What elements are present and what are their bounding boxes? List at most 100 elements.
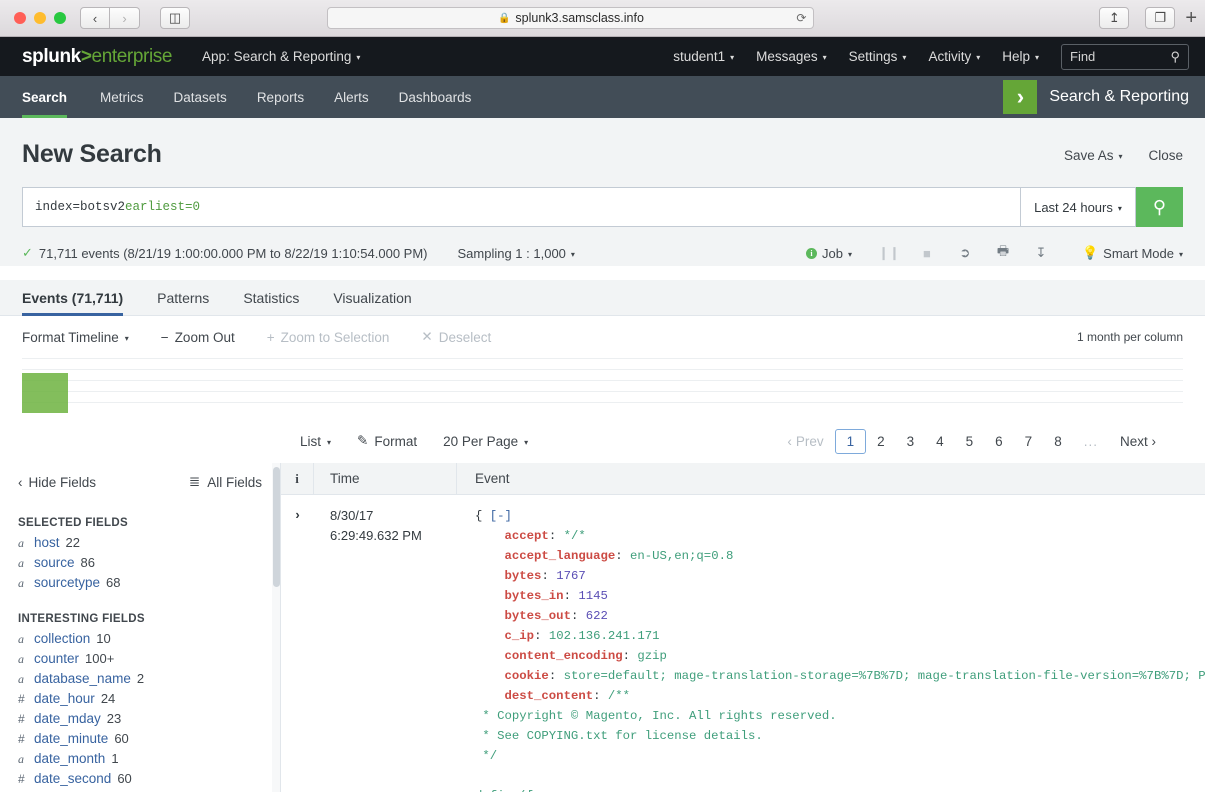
topnav-item-settings[interactable]: Settings ▾ [849,49,907,64]
topnav-item-activity[interactable]: Activity ▾ [928,49,980,64]
address-bar-url: splunk3.samsclass.info [515,11,644,25]
field-name: date_hour [34,691,95,706]
field-item-date-second[interactable]: # date_second 60 [18,771,262,791]
field-item-date-minute[interactable]: # date_minute 60 [18,731,262,751]
find-input[interactable]: Find ⚲ [1061,44,1189,70]
appnav-item-datasets[interactable]: Datasets [159,76,242,118]
back-button[interactable]: ‹ [80,7,110,29]
row-expand-cell[interactable]: › [281,495,314,792]
field-item-sourcetype[interactable]: a sourcetype 68 [18,575,262,595]
close-window-button[interactable] [14,12,26,24]
format-timeline-button[interactable]: Format Timeline ▾ [22,330,129,345]
share-icon[interactable]: ➲ [954,245,976,261]
job-controls: i Job ▾ ❙❙ ■ ➲ 🖶 ↧ 💡 Smart Mode ▾ [806,242,1183,264]
pagination-page-7[interactable]: 7 [1014,430,1044,453]
timeline-bar[interactable] [22,373,68,413]
per-page-selector[interactable]: 20 Per Page ▾ [443,434,528,449]
search-query-input[interactable]: index=botsv2 earliest=0 [22,187,1020,227]
run-search-button[interactable]: ⚲ [1136,187,1183,227]
chevron-right-icon[interactable]: › [295,507,299,792]
hide-fields-button[interactable]: ‹ Hide Fields [18,475,96,490]
field-item-date-month[interactable]: a date_month 1 [18,751,262,771]
pagination-page-6[interactable]: 6 [984,430,1014,453]
tab-patterns[interactable]: Patterns [140,290,226,315]
column-header-time[interactable]: Time [314,463,457,494]
tabs-overview-icon[interactable]: ❐ [1145,7,1175,29]
field-name: date_minute [34,731,108,746]
splunk-app-nav: Search Metrics Datasets Reports Alerts D… [0,76,1205,118]
pagination-page-8[interactable]: 8 [1043,430,1073,453]
field-item-host[interactable]: a host 22 [18,535,262,555]
search-icon: ⚲ [1153,197,1166,218]
tab-label: Visualization [333,290,411,306]
appnav-item-alerts[interactable]: Alerts [319,76,384,118]
job-menu-button[interactable]: i Job ▾ [806,246,852,261]
window-traffic-lights[interactable] [14,12,66,24]
column-header-event[interactable]: Event [457,471,510,486]
browser-nav-buttons[interactable]: ‹ › [80,7,140,29]
pause-icon[interactable]: ❙❙ [878,245,900,261]
tab-events[interactable]: Events (71,711) [22,290,140,315]
search-icon[interactable]: ⚲ [1170,49,1180,65]
time-range-picker[interactable]: Last 24 hours ▾ [1020,187,1136,227]
maximize-window-button[interactable] [54,12,66,24]
save-as-button[interactable]: Save As ▾ [1064,148,1123,163]
close-icon: ✕ [421,329,432,345]
topnav-item-messages[interactable]: Messages ▾ [756,49,827,64]
sampling-selector[interactable]: Sampling 1 : 1,000 ▾ [458,246,575,261]
sidebar-toggle-button[interactable]: ◫ [160,7,190,29]
address-bar[interactable]: 🔒 splunk3.samsclass.info ⟳ [327,7,814,29]
splunk-logo[interactable]: splunk>enterprise [22,46,172,68]
forward-button[interactable]: › [110,7,140,29]
pagination-page-1[interactable]: 1 [835,429,867,454]
print-icon[interactable]: 🖶 [992,242,1014,264]
reload-icon[interactable]: ⟳ [796,11,806,25]
appnav-item-search[interactable]: Search [22,76,85,118]
all-fields-button[interactable]: ≣ All Fields [189,474,262,490]
topnav-item-label: Activity [928,49,971,64]
field-item-counter[interactable]: a counter 100+ [18,651,262,671]
field-item-collection[interactable]: a collection 10 [18,631,262,651]
hide-fields-label: Hide Fields [29,475,97,490]
share-icon[interactable]: ↥ [1099,7,1129,29]
table-row: › 8/30/17 6:29:49.632 PM { [-] accept: *… [281,495,1205,792]
chevron-down-icon: ▾ [524,438,528,447]
pagination-next[interactable]: Next › [1109,430,1167,453]
sidebar-scrollbar-thumb[interactable] [273,467,280,587]
plus-icon[interactable]: + [1185,7,1197,30]
field-item-source[interactable]: a source 86 [18,555,262,575]
appnav-item-dashboards[interactable]: Dashboards [384,76,487,118]
topnav-item-user[interactable]: student1 ▾ [673,49,734,64]
topnav-item-help[interactable]: Help ▾ [1002,49,1039,64]
stop-icon[interactable]: ■ [916,246,938,261]
close-button[interactable]: Close [1148,148,1183,163]
tab-statistics[interactable]: Statistics [226,290,316,315]
pagination-page-4[interactable]: 4 [925,430,955,453]
zoom-out-button[interactable]: − Zoom Out [161,330,235,345]
format-button[interactable]: ✎ Format [357,433,417,449]
timeline-chart[interactable] [22,358,1183,413]
field-item-date-hour[interactable]: # date_hour 24 [18,691,262,711]
app-badge[interactable]: › Search & Reporting [1003,76,1205,118]
field-name: date_month [34,751,105,766]
sidebar-scrollbar[interactable] [272,463,281,792]
tab-visualization[interactable]: Visualization [316,290,428,315]
timeline-controls: Format Timeline ▾ − Zoom Out + Zoom to S… [22,316,1183,358]
chevron-right-icon: › [1152,434,1157,449]
appnav-item-reports[interactable]: Reports [242,76,319,118]
pagination: ‹ Prev 1 2 3 4 5 6 7 8 ... Next › [776,429,1167,454]
field-item-database-name[interactable]: a database_name 2 [18,671,262,691]
download-icon[interactable]: ↧ [1030,245,1052,261]
field-item-date-mday[interactable]: # date_mday 23 [18,711,262,731]
search-mode-selector[interactable]: 💡 Smart Mode ▾ [1082,245,1183,261]
pagination-page-5[interactable]: 5 [955,430,985,453]
pagination-page-2[interactable]: 2 [866,430,896,453]
topnav-item-label: Messages [756,49,818,64]
chevron-left-icon: ‹ [787,434,792,449]
pagination-page-3[interactable]: 3 [896,430,926,453]
list-view-selector[interactable]: List ▾ [300,434,331,449]
browser-chrome-right[interactable]: ↥ ❐ + [1089,7,1197,30]
appnav-item-metrics[interactable]: Metrics [85,76,159,118]
app-selector[interactable]: App: Search & Reporting ▾ [202,49,360,64]
minimize-window-button[interactable] [34,12,46,24]
